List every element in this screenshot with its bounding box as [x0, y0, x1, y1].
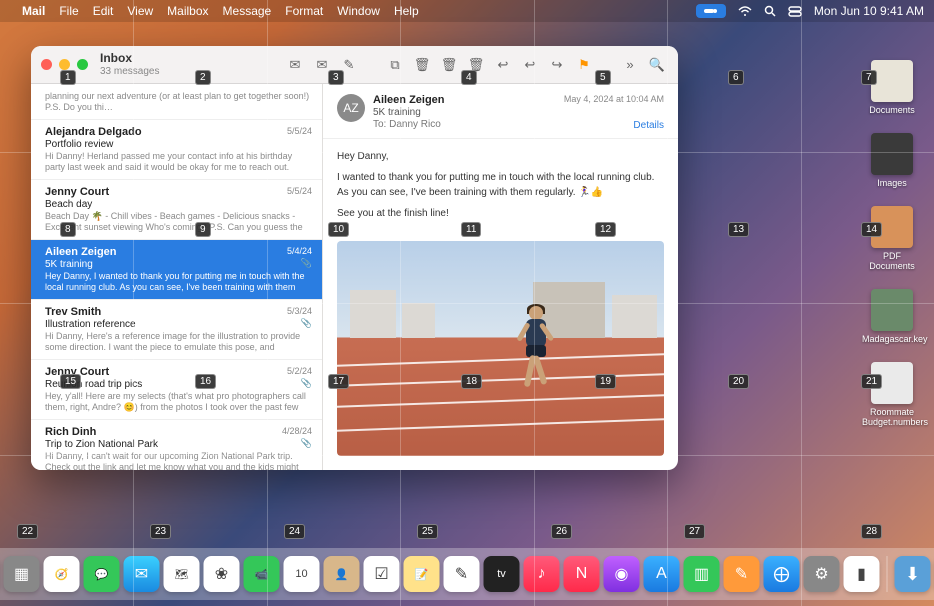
compose-icon[interactable]: ✎ [338, 55, 360, 75]
message-subject: 5K training [373, 107, 664, 118]
message-list[interactable]: planning our next adventure (or at least… [31, 84, 323, 470]
message-attachment-image[interactable] [337, 241, 664, 456]
forward-icon[interactable]: ↪ [546, 55, 568, 75]
control-center-icon[interactable] [696, 4, 726, 18]
mail-window: Inbox 33 messages ✉✉✎⧉🗑🗑🗑↩↩↪⚑»🔍 planning… [31, 46, 678, 470]
app-menu[interactable]: Mail [22, 4, 45, 18]
dock-maps[interactable]: 🗺 [164, 556, 200, 592]
message-row[interactable]: planning our next adventure (or at least… [31, 84, 322, 120]
message-body: Hey Danny, I wanted to thank you for put… [323, 139, 678, 237]
flag-icon[interactable]: ⚑ [573, 55, 595, 75]
search-icon[interactable] [764, 5, 776, 17]
dock-photos[interactable]: ❀ [204, 556, 240, 592]
desktop-icons: Documents Images PDF Documents Madagascar.k… [862, 60, 922, 445]
menu-format[interactable]: Format [285, 4, 323, 18]
reply-all-icon[interactable]: ↩ [519, 55, 541, 75]
desktop-images[interactable]: Images [862, 133, 922, 188]
window-traffic-lights [41, 59, 88, 70]
dock-notes[interactable]: 📝 [404, 556, 440, 592]
desktop-pdf-documents[interactable]: PDF Documents [862, 206, 922, 271]
dock-appstore2[interactable]: ⨁ [764, 556, 800, 592]
desktop-documents[interactable]: Documents [862, 60, 922, 115]
menu-edit[interactable]: Edit [93, 4, 114, 18]
dock-downloads[interactable]: ⬇ [895, 556, 931, 592]
dock-calendar[interactable]: 10 [284, 556, 320, 592]
menubar-clock[interactable]: Mon Jun 10 9:41 AM [814, 4, 924, 18]
envelope-icon[interactable]: ✉ [311, 55, 333, 75]
message-row[interactable]: Jenny Court5/5/24Beach dayBeach Day 🌴 - … [31, 180, 322, 240]
dock-news[interactable]: N [564, 556, 600, 592]
wifi-icon[interactable] [738, 6, 752, 17]
message-to: To: Danny Rico [373, 119, 664, 130]
dock-facetime[interactable]: 📹 [244, 556, 280, 592]
message-date: May 4, 2024 at 10:04 AM [564, 94, 664, 104]
mail-titlebar: Inbox 33 messages ✉✉✎⧉🗑🗑🗑↩↩↪⚑»🔍 [31, 46, 678, 84]
desktop-madagascar-key[interactable]: Madagascar.key [862, 289, 922, 344]
message-row[interactable]: Rich Dinh4/28/24📎Trip to Zion National P… [31, 420, 322, 470]
trash-2-icon[interactable]: 🗑 [438, 55, 460, 75]
grid-cell-24: 24 [284, 524, 305, 539]
grid-cell-23: 23 [150, 524, 171, 539]
menu-help[interactable]: Help [394, 4, 419, 18]
desktop-roommate-budget-numbers[interactable]: Roommate Budget.numbers [862, 362, 922, 427]
grid-cell-20: 20 [728, 374, 749, 389]
zoom-button[interactable] [77, 59, 88, 70]
grid-cell-27: 27 [684, 524, 705, 539]
dock-messages[interactable]: 💬 [84, 556, 120, 592]
message-view: AZ Aileen Zeigen 5K training To: Danny R… [323, 84, 678, 470]
runner-figure [517, 306, 553, 416]
dock-launchpad[interactable]: ▦ [4, 556, 40, 592]
avatar: AZ [337, 94, 365, 122]
mailbox-count: 33 messages [100, 66, 159, 77]
dock-settings[interactable]: ⚙ [804, 556, 840, 592]
mail-toolbar: ✉✉✎⧉🗑🗑🗑↩↩↪⚑»🔍 [284, 55, 668, 75]
dock: 🙂▦🧭💬✉🗺❀📹10👤☑📝✎tv♪N◉A▥✎⨁⚙▮⬇🗑 [0, 548, 934, 600]
dock-iphone[interactable]: ▮ [844, 556, 880, 592]
grid-cell-13: 13 [728, 222, 749, 237]
dock-reminders[interactable]: ☑ [364, 556, 400, 592]
archive-icon[interactable]: ⧉ [384, 55, 406, 75]
close-button[interactable] [41, 59, 52, 70]
menu-message[interactable]: Message [223, 4, 272, 18]
dock-freeform[interactable]: ✎ [444, 556, 480, 592]
details-link[interactable]: Details [633, 120, 664, 131]
grid-cell-22: 22 [17, 524, 38, 539]
chevrons-icon[interactable]: » [619, 55, 641, 75]
envelope-open-icon[interactable]: ✉ [284, 55, 306, 75]
grid-cell-25: 25 [417, 524, 438, 539]
dock-mail[interactable]: ✉ [124, 556, 160, 592]
grid-cell-6: 6 [728, 70, 744, 85]
dock-tv[interactable]: tv [484, 556, 520, 592]
reply-icon[interactable]: ↩ [492, 55, 514, 75]
dock-contacts[interactable]: 👤 [324, 556, 360, 592]
dock-pages[interactable]: ✎ [724, 556, 760, 592]
grid-cell-28: 28 [861, 524, 882, 539]
menubar: Mail File Edit View Mailbox Message Format Win… [0, 0, 934, 22]
message-row[interactable]: Trev Smith5/3/24📎Illustration referenceH… [31, 300, 322, 360]
message-header: AZ Aileen Zeigen 5K training To: Danny R… [323, 84, 678, 139]
mailbox-title: Inbox [100, 52, 159, 65]
menu-view[interactable]: View [127, 4, 153, 18]
minimize-button[interactable] [59, 59, 70, 70]
search-icon[interactable]: 🔍 [646, 55, 668, 75]
trash-3-icon[interactable]: 🗑 [465, 55, 487, 75]
message-row[interactable]: Alejandra Delgado5/5/24Portfolio reviewH… [31, 120, 322, 180]
grid-cell-26: 26 [551, 524, 572, 539]
message-row[interactable]: Jenny Court5/2/24📎Reunion road trip pics… [31, 360, 322, 420]
dock-appstore[interactable]: A [644, 556, 680, 592]
dock-podcasts[interactable]: ◉ [604, 556, 640, 592]
trash-1-icon[interactable]: 🗑 [411, 55, 433, 75]
menu-file[interactable]: File [59, 4, 78, 18]
dock-numbers[interactable]: ▥ [684, 556, 720, 592]
menu-mailbox[interactable]: Mailbox [167, 4, 208, 18]
menu-window[interactable]: Window [337, 4, 380, 18]
message-row[interactable]: Aileen Zeigen5/4/24📎5K trainingHey Danny… [31, 240, 322, 300]
dock-safari[interactable]: 🧭 [44, 556, 80, 592]
control-center-toggle-icon[interactable] [788, 6, 802, 17]
dock-music[interactable]: ♪ [524, 556, 560, 592]
